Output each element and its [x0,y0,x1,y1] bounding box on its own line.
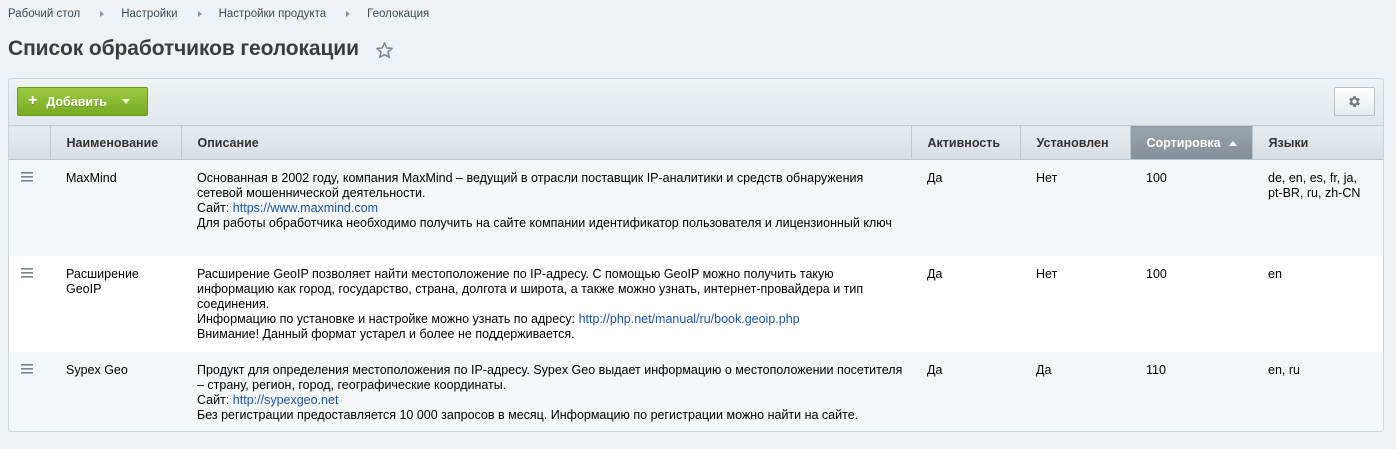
description-info-line: Информацию по установке и настройке можн… [197,312,911,327]
drag-handle-icon[interactable] [21,363,33,374]
column-header-languages[interactable]: Языки [1252,125,1383,160]
cell-active: Да [911,351,1020,431]
plus-icon: + [28,92,38,109]
breadcrumb-separator-icon [346,11,351,17]
table-row[interactable]: Расширение GeoIP Расширение GeoIP позвол… [9,255,1383,352]
breadcrumb-item-settings[interactable]: Настройки [121,8,177,20]
drag-handle-icon[interactable] [21,267,33,278]
site-link[interactable]: http://sypexgeo.net [233,393,339,407]
settings-button[interactable] [1334,87,1375,116]
description-note: Внимание! Данный формат устарел и более … [197,326,575,341]
breadcrumb: Рабочий стол Настройки Настройки продукт… [8,8,429,20]
column-header-name[interactable]: Наименование [50,125,182,160]
cell-sort: 110 [1130,351,1252,431]
cell-description: Продукт для определения местоположения п… [181,351,911,431]
breadcrumb-separator-icon [100,11,105,17]
table-row[interactable]: Sypex Geo Продукт для определения местоп… [9,351,1383,431]
grid-panel: + Добавить Наименование Описание Активно… [8,78,1384,432]
gear-icon [1349,96,1360,107]
table-header-row: Наименование Описание Активность Установ… [9,125,1383,160]
site-label: Сайт: [197,201,230,215]
cell-active: Да [911,255,1020,352]
column-header-sort[interactable]: Сортировка [1130,125,1253,160]
row-handle[interactable] [9,351,50,431]
cell-name: MaxMind [50,159,181,256]
column-header-sort-label: Сортировка [1146,135,1221,150]
description-site-line: Сайт: https://www.maxmind.com [197,201,911,216]
column-header-description[interactable]: Описание [181,125,912,160]
cell-installed: Нет [1020,255,1130,352]
info-link[interactable]: http://php.net/manual/ru/book.geoip.php [579,312,800,326]
cell-installed: Нет [1020,159,1130,256]
breadcrumb-item-product-settings[interactable]: Настройки продукта [219,8,327,20]
info-label: Информацию по установке и настройке можн… [197,311,576,326]
star-icon[interactable] [375,41,394,60]
cell-languages: en, ru [1252,351,1383,431]
description-site-line: Сайт: http://sypexgeo.net [197,393,911,408]
cell-description: Основанная в 2002 году, компания MaxMind… [181,159,911,256]
cell-name: Расширение GeoIP [50,255,181,352]
cell-sort: 100 [1130,159,1252,256]
cell-sort: 100 [1130,255,1252,352]
add-button-label: Добавить [46,94,107,109]
site-link[interactable]: https://www.maxmind.com [233,201,378,215]
cell-active: Да [911,159,1020,256]
column-header-handle [9,125,51,160]
page-title: Список обработчиков геолокации [8,37,359,60]
cell-languages: de, en, es, fr, ja, pt-BR, ru, zh-CN [1252,159,1383,256]
row-handle[interactable] [9,159,50,256]
column-header-active[interactable]: Активность [911,125,1021,160]
add-button[interactable]: + Добавить [17,87,148,116]
description-text: Расширение GeoIP позволяет найти местопо… [197,266,864,311]
cell-name: Sypex Geo [50,351,181,431]
description-note: Для работы обработчика необходимо получи… [197,216,892,230]
handlers-table: Наименование Описание Активность Установ… [9,125,1383,431]
toolbar: + Добавить [9,79,1383,125]
breadcrumb-item-desktop[interactable]: Рабочий стол [8,8,80,20]
chevron-down-icon[interactable] [121,99,130,104]
description-note: Без регистрации предоставляется 10 000 з… [197,407,859,422]
cell-languages: en [1252,255,1383,352]
drag-handle-icon[interactable] [21,172,33,182]
breadcrumb-item-geolocation[interactable]: Геолокация [367,8,429,20]
table-row[interactable]: MaxMind Основанная в 2002 году, компания… [9,159,1383,256]
sort-ascending-icon [1228,140,1237,146]
column-header-installed[interactable]: Установлен [1020,125,1131,160]
site-label: Сайт: [197,392,230,407]
description-text: Основанная в 2002 году, компания MaxMind… [197,171,864,200]
row-handle[interactable] [9,255,50,352]
description-text: Продукт для определения местоположения п… [197,362,903,392]
title-row: Список обработчиков геолокации [8,37,394,61]
cell-description: Расширение GeoIP позволяет найти местопо… [181,255,911,352]
cell-installed: Да [1020,351,1130,431]
breadcrumb-separator-icon [197,11,202,17]
